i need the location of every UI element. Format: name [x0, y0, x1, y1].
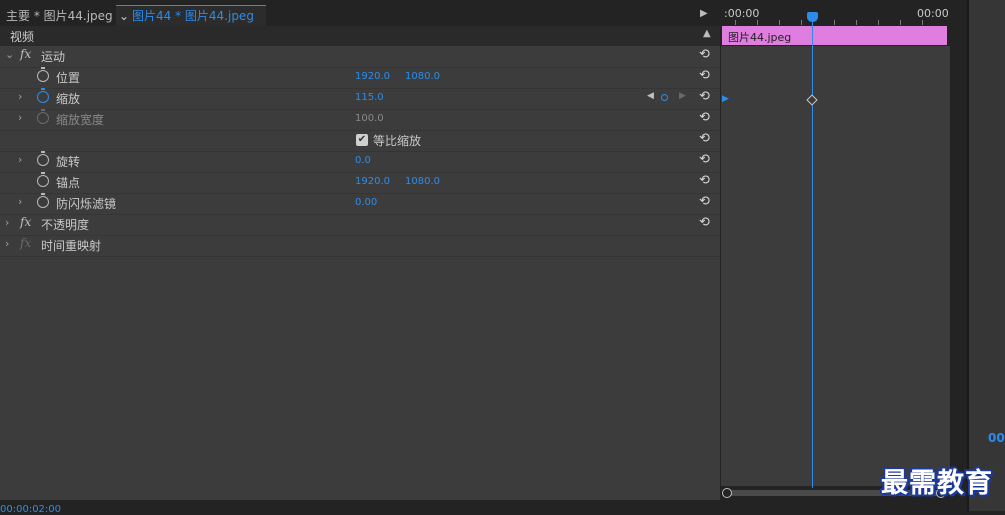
ruler-tick [801, 20, 802, 25]
section-header-video: 视频 ▲ [0, 26, 720, 46]
reset-icon[interactable]: ⟲ [699, 152, 710, 167]
ruler-tick [834, 20, 835, 25]
stopwatch-icon[interactable] [37, 172, 49, 187]
anchor-y-value[interactable]: 1080.0 [405, 176, 440, 187]
watermark-logo: 最需教育 [881, 468, 993, 499]
reset-icon[interactable]: ⟲ [699, 110, 710, 125]
property-scale-width: › 缩放宽度 100.0 ⟲ [0, 109, 720, 131]
uniform-scale-label: 等比缩放 [373, 134, 422, 148]
rotation-value[interactable]: 0.0 [355, 155, 371, 166]
stopwatch-icon[interactable] [37, 67, 49, 82]
stopwatch-icon[interactable] [37, 193, 49, 208]
ruler-tick [779, 20, 780, 25]
chevron-right-icon[interactable]: › [18, 153, 22, 166]
scroll-handle-left[interactable] [722, 488, 732, 498]
stopwatch-icon[interactable] [37, 151, 49, 166]
reset-icon[interactable]: ⟲ [699, 215, 710, 230]
effect-motion: ⌄ fx 运动 ⟲ [0, 46, 720, 68]
chevron-right-icon[interactable]: › [18, 111, 22, 124]
section-title: 视频 [10, 30, 35, 44]
property-label: 旋转 [56, 155, 81, 169]
property-scale: › 缩放 115.0 ◀ ▶ ⟲ [0, 88, 720, 110]
tab-bar: 主要 * 图片44.jpeg ⌄ 图片44 * 图片44.jpeg ▶ [0, 0, 720, 28]
anchor-x-value[interactable]: 1920.0 [355, 176, 390, 187]
panel-menu-icon[interactable]: ▶ [700, 8, 708, 19]
ruler-tick [878, 20, 879, 25]
reset-icon[interactable]: ⟲ [699, 47, 710, 62]
fx-toggle-icon[interactable]: fx [20, 47, 31, 61]
property-uniform-scale: ✔ 等比缩放 ⟲ [0, 130, 720, 152]
ruler-tick [856, 20, 857, 25]
playhead-line[interactable] [812, 14, 813, 488]
ruler-tick [757, 20, 758, 25]
program-timecode: 00 [988, 431, 1005, 445]
effect-time-remap: › fx 时间重映射 [0, 235, 720, 257]
add-keyframe-icon[interactable] [661, 94, 668, 101]
effect-opacity: › fx 不透明度 ⟲ [0, 214, 720, 236]
property-anchor-point: 锚点 1920.0 1080.0 ⟲ [0, 172, 720, 194]
effect-opacity-label: 不透明度 [41, 218, 90, 232]
next-keyframe-icon[interactable]: ▶ [679, 91, 686, 101]
keyframe-left-marker-icon: ▶ [722, 94, 729, 104]
chevron-right-icon[interactable]: › [18, 195, 22, 208]
chevron-right-icon[interactable]: › [5, 237, 9, 250]
ruler-start-time: :00:00 [724, 7, 760, 20]
status-bar [0, 500, 720, 511]
playhead-handle[interactable] [807, 12, 818, 22]
property-label: 锚点 [56, 176, 81, 190]
property-position: 位置 1920.0 1080.0 ⟲ [0, 67, 720, 89]
position-y-value[interactable]: 1080.0 [405, 71, 440, 82]
reset-icon[interactable]: ⟲ [699, 173, 710, 188]
effect-motion-label: 运动 [41, 50, 66, 64]
chevron-down-icon[interactable]: ⌄ [5, 48, 14, 61]
stopwatch-icon[interactable] [37, 88, 49, 103]
property-label: 防闪烁滤镜 [56, 197, 117, 211]
scale-value[interactable]: 115.0 [355, 92, 384, 103]
reset-icon[interactable]: ⟲ [699, 68, 710, 83]
ruler-end-time: 00:00 [917, 7, 949, 20]
property-rotation: › 旋转 0.0 ⟲ [0, 151, 720, 173]
reset-icon[interactable]: ⟲ [699, 89, 710, 104]
clip-name: 图片44.jpeg [728, 31, 792, 44]
chevron-right-icon[interactable]: › [18, 90, 22, 103]
collapse-up-icon[interactable]: ▲ [703, 28, 711, 39]
previous-keyframe-icon[interactable]: ◀ [647, 91, 654, 101]
reset-icon[interactable]: ⟲ [699, 194, 710, 209]
property-label: 缩放宽度 [56, 113, 105, 127]
property-label: 位置 [56, 71, 81, 85]
position-x-value[interactable]: 1920.0 [355, 71, 390, 82]
tab-effect-controls[interactable]: ⌄ 图片44 * 图片44.jpeg [116, 5, 266, 28]
chevron-down-icon[interactable]: ⌄ [116, 6, 132, 26]
scale-width-value: 100.0 [355, 113, 384, 124]
timeline-track-area[interactable] [721, 46, 950, 486]
fx-toggle-icon: fx [20, 236, 32, 250]
property-anti-flicker: › 防闪烁滤镜 0.00 ⟲ [0, 193, 720, 215]
ruler-tick [735, 20, 736, 25]
stopwatch-icon [37, 109, 49, 124]
ruler-tick [900, 20, 901, 25]
current-timecode[interactable]: 00:00:02:00 [0, 504, 61, 515]
fx-toggle-icon[interactable]: fx [20, 215, 31, 229]
tab-effect-controls-label: 图片44 * 图片44.jpeg [132, 9, 254, 23]
reset-icon[interactable]: ⟲ [699, 131, 710, 146]
uniform-scale-checkbox[interactable]: ✔ [356, 134, 368, 146]
anti-flicker-value[interactable]: 0.00 [355, 197, 377, 208]
effect-time-remap-label: 时间重映射 [41, 239, 102, 253]
chevron-right-icon[interactable]: › [5, 216, 9, 229]
tab-main-source[interactable]: 主要 * 图片44.jpeg [6, 6, 113, 26]
ruler-tick [922, 20, 923, 25]
property-label: 缩放 [56, 92, 81, 106]
